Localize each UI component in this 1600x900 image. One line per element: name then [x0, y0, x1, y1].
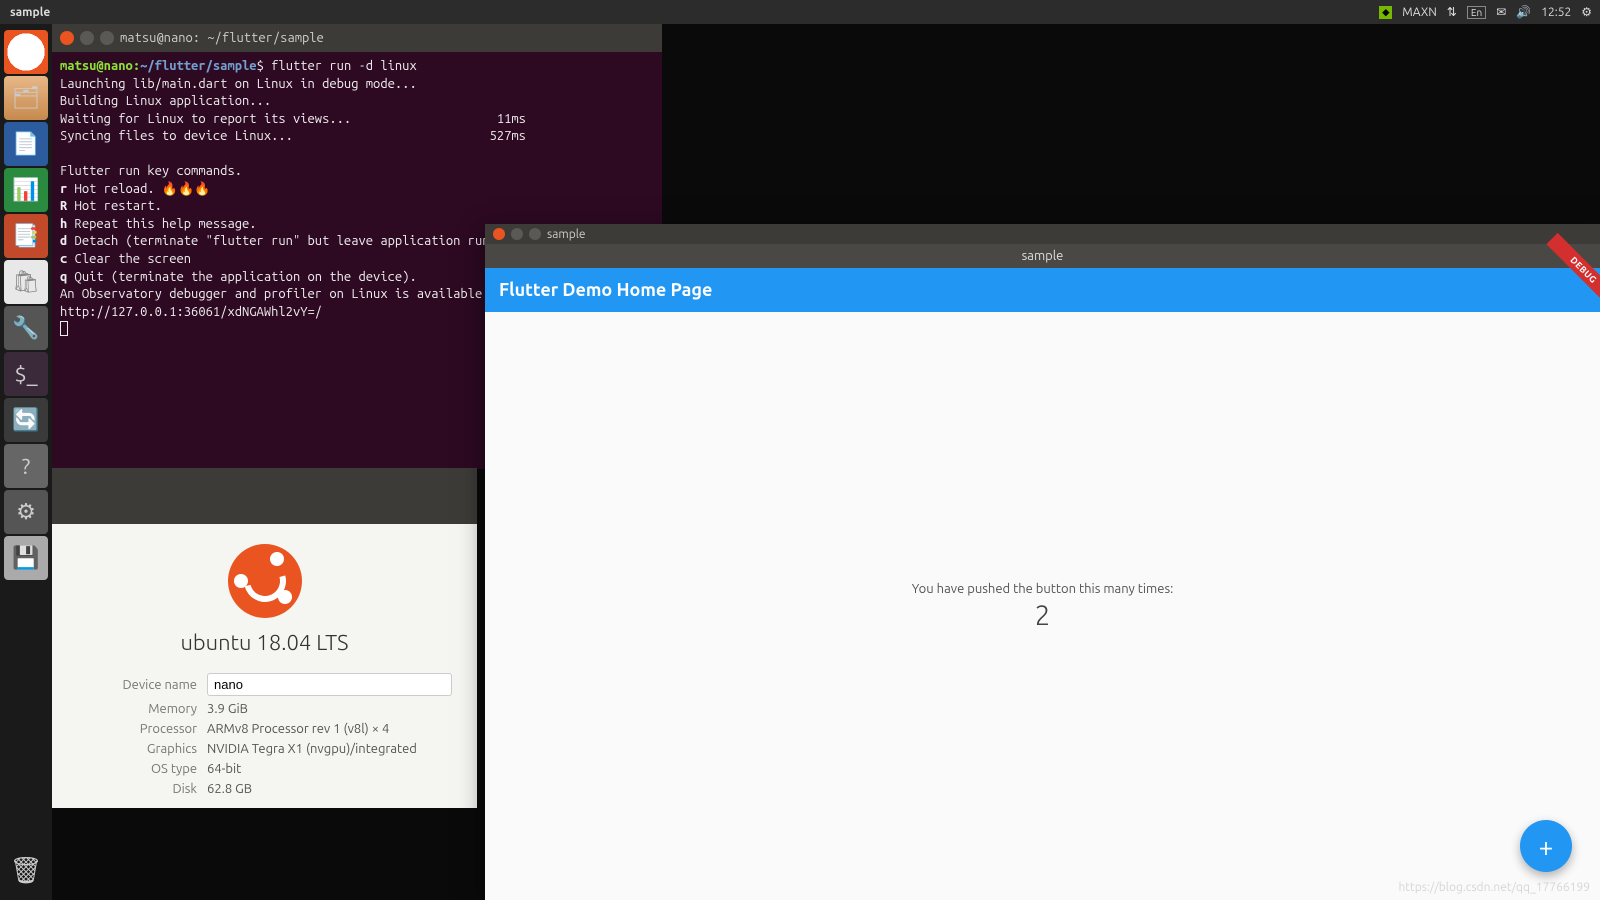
- url: http://127.0.0.1:36061/xdNGAWhl2vY=/: [60, 305, 322, 319]
- maximize-icon[interactable]: [529, 228, 541, 240]
- nvidia-badge: ◆: [1379, 6, 1392, 19]
- system-tray: ◆ MAXN ⇅ En ✉ 🔊 12:52 ⚙: [1379, 5, 1600, 19]
- active-app-name: sample: [0, 6, 60, 19]
- fab-add-button[interactable]: +: [1520, 820, 1572, 872]
- memory-value: 3.9 GiB: [207, 702, 248, 716]
- prompt-path: ~/flutter/sample: [140, 59, 256, 73]
- disk-icon[interactable]: 💾: [4, 536, 48, 580]
- about-title: ubuntu 18.04 LTS: [77, 630, 452, 655]
- line4: Syncing files to device Linux...: [60, 129, 293, 143]
- maximize-icon[interactable]: [100, 31, 114, 45]
- writer-icon[interactable]: 📄: [4, 122, 48, 166]
- close-icon[interactable]: [60, 31, 74, 45]
- line3: Waiting for Linux to report its views...: [60, 112, 351, 126]
- settings-icon[interactable]: ⚙: [4, 490, 48, 534]
- dash-icon[interactable]: [4, 30, 48, 74]
- flutter-titlebar[interactable]: sample: [485, 224, 1600, 244]
- terminal-title: matsu@nano: ~/flutter/sample: [120, 31, 324, 45]
- q: Quit (terminate the application on the d…: [67, 270, 416, 284]
- files-icon[interactable]: 🗂: [4, 76, 48, 120]
- network-icon[interactable]: ⇅: [1447, 5, 1457, 19]
- r: Hot reload. 🔥🔥🔥: [67, 182, 210, 196]
- R: Hot restart.: [67, 199, 162, 213]
- language-indicator[interactable]: En: [1467, 6, 1486, 19]
- volume-icon[interactable]: 🔊: [1516, 5, 1531, 19]
- top-panel: sample ◆ MAXN ⇅ En ✉ 🔊 12:52 ⚙: [0, 0, 1600, 24]
- mail-icon[interactable]: ✉: [1496, 5, 1506, 19]
- impress-icon[interactable]: 📑: [4, 214, 48, 258]
- disk-value: 62.8 GB: [207, 782, 252, 796]
- line1: Launching lib/main.dart on Linux in debu…: [60, 77, 417, 91]
- about-toolbar: [52, 468, 477, 524]
- flutter-subtitle: sample: [1022, 249, 1064, 263]
- flutter-appbar: Flutter Demo Home Page DEBUG: [485, 268, 1600, 312]
- flutter-window-title: sample: [547, 228, 586, 241]
- ubuntu-logo-icon: [228, 544, 302, 618]
- flutter-window[interactable]: sample sample Flutter Demo Home Page DEB…: [485, 224, 1600, 900]
- line2: Building Linux application...: [60, 94, 271, 108]
- appbar-title: Flutter Demo Home Page: [499, 280, 712, 300]
- flutter-subtitlebar: sample: [485, 244, 1600, 268]
- d: Detach (terminate "flutter run" but leav…: [67, 234, 533, 248]
- command: flutter run -d linux: [271, 59, 417, 73]
- calc-icon[interactable]: 📊: [4, 168, 48, 212]
- terminal-icon[interactable]: $_: [4, 352, 48, 396]
- minimize-icon[interactable]: [511, 228, 523, 240]
- device-name-row: Device name: [77, 673, 452, 696]
- unity-launcher: 🗂 📄 📊 📑 🛍 🔧 $_ 🔄 ? ⚙ 💾 🗑: [0, 24, 52, 900]
- watermark: https://blog.csdn.net/qq_17766199: [1398, 881, 1590, 894]
- memory-label: Memory: [77, 702, 207, 716]
- disk-label: Disk: [77, 782, 207, 796]
- os-type-value: 64-bit: [207, 762, 241, 776]
- processor-value: ARMv8 Processor rev 1 (v8l) × 4: [207, 722, 389, 736]
- terminal-titlebar[interactable]: matsu@nano: ~/flutter/sample: [52, 24, 662, 52]
- about-window[interactable]: ubuntu 18.04 LTS Device name Memory3.9 G…: [52, 468, 477, 808]
- minimize-icon[interactable]: [80, 31, 94, 45]
- help-icon[interactable]: ?: [4, 444, 48, 488]
- time4: 527ms: [490, 129, 526, 143]
- h: Repeat this help message.: [67, 217, 256, 231]
- device-name-input[interactable]: [207, 673, 452, 696]
- about-body: ubuntu 18.04 LTS Device name Memory3.9 G…: [52, 524, 477, 808]
- processor-label: Processor: [77, 722, 207, 736]
- trash-icon[interactable]: 🗑: [4, 848, 48, 892]
- keycmd: Flutter run key commands.: [60, 164, 242, 178]
- os-type-label: OS type: [77, 762, 207, 776]
- body-text: You have pushed the button this many tim…: [912, 582, 1174, 596]
- time3: 11ms: [497, 112, 526, 126]
- c: Clear the screen: [67, 252, 191, 266]
- flutter-body: You have pushed the button this many tim…: [485, 312, 1600, 900]
- close-icon[interactable]: [493, 228, 505, 240]
- graphics-label: Graphics: [77, 742, 207, 756]
- device-name-label: Device name: [77, 678, 207, 692]
- gear-icon[interactable]: ⚙: [1581, 5, 1592, 19]
- software-icon[interactable]: 🛍: [4, 260, 48, 304]
- clock[interactable]: 12:52: [1541, 6, 1571, 19]
- cursor: [60, 321, 68, 336]
- counter-value: 2: [1035, 600, 1051, 631]
- graphics-value: NVIDIA Tegra X1 (nvgpu)/integrated: [207, 742, 417, 756]
- prompt-user: matsu@nano: [60, 59, 133, 73]
- obs: An Observatory debugger and profiler on …: [60, 287, 511, 301]
- maxn-label: MAXN: [1402, 6, 1437, 19]
- plus-icon: +: [1539, 832, 1554, 861]
- updater-icon[interactable]: 🔄: [4, 398, 48, 442]
- tweaks-icon[interactable]: 🔧: [4, 306, 48, 350]
